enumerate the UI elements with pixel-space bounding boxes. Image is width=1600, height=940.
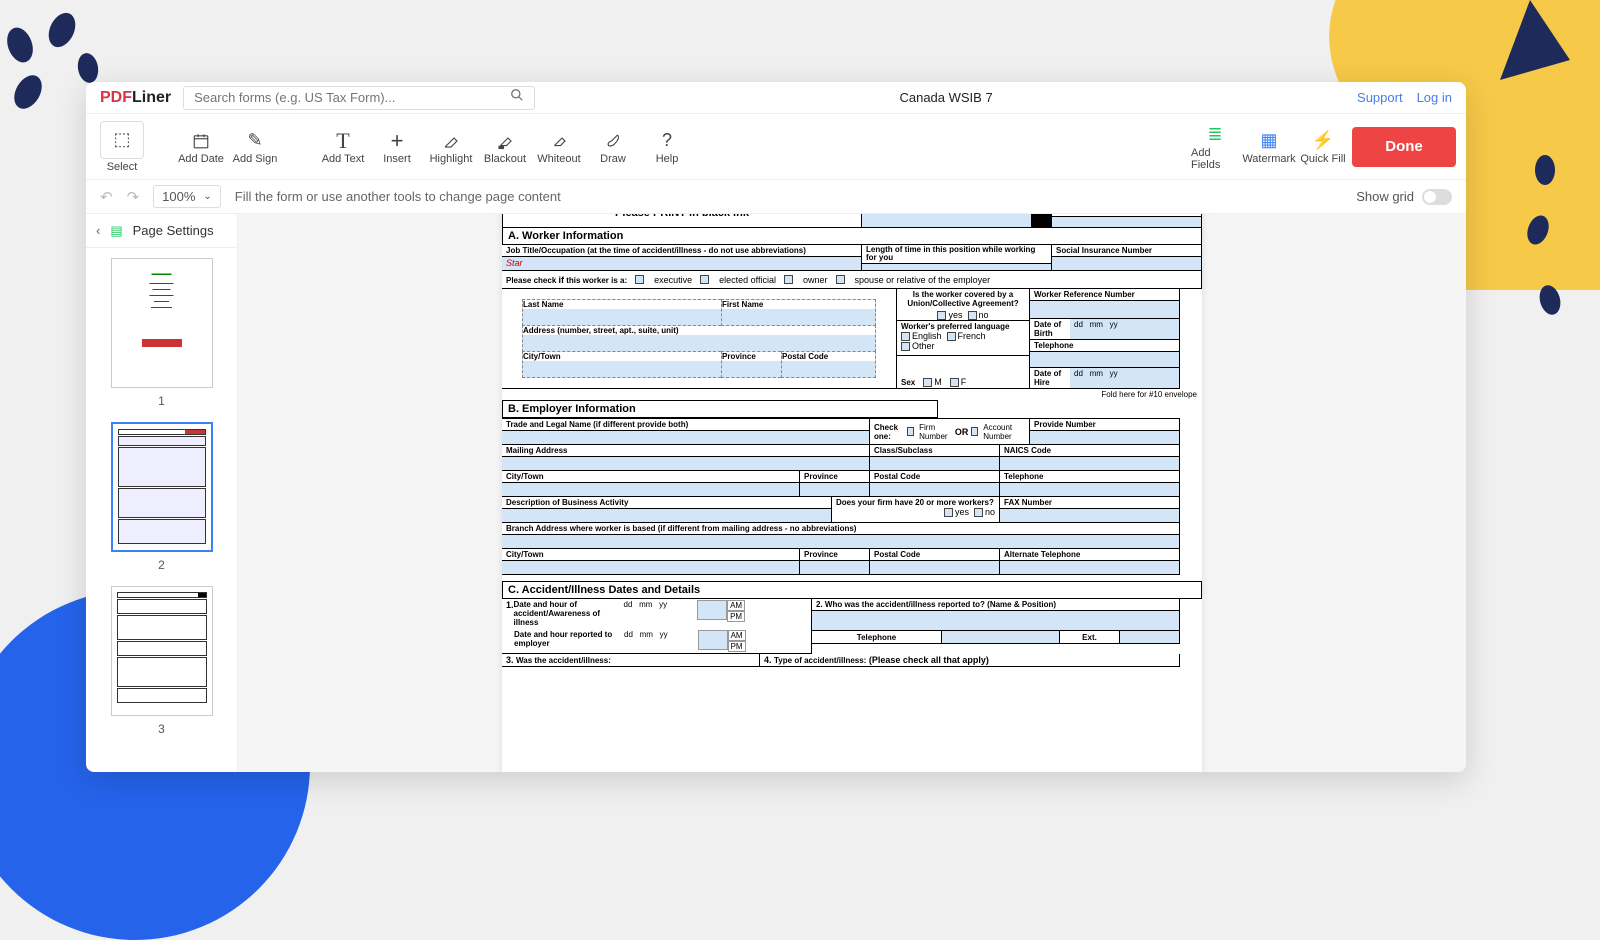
sidebar-back-button[interactable]: ‹ [96, 223, 100, 238]
section-a-title: A. Worker Information [502, 228, 1202, 245]
logo-prefix: PDF [100, 89, 132, 107]
blackout-button[interactable]: Blackout [480, 120, 530, 174]
add-date-button[interactable]: Add Date [176, 120, 226, 174]
help-button[interactable]: ?Help [642, 120, 692, 174]
toolbar: ⬚ Select Add Date ✎Add Sign TAdd Text +I… [86, 114, 1466, 180]
province-input[interactable] [722, 361, 781, 377]
worker-details-box: Last Name First Name Address (number, st… [502, 289, 897, 389]
page-thumb-3[interactable]: 3 [111, 586, 213, 736]
document-viewer[interactable]: Please PRINT in black ink Claim Number A… [238, 214, 1466, 772]
thumb-number: 2 [158, 558, 165, 572]
select-icon: ⬚ [113, 128, 130, 152]
brush-icon [604, 129, 622, 153]
worker-check-row: Please check if this worker is a: execut… [502, 271, 1202, 289]
thumb-number: 1 [158, 394, 165, 408]
thumb-number: 3 [158, 722, 165, 736]
select-label: Select [107, 161, 138, 173]
thumb-preview [111, 422, 213, 552]
thumbnail-list: ▬▬▬▬ ▬▬▬▬▬▬▬▬▬▬▬▬▬▬▬▬▬▬▬▬▬▬▬▬▬▬▬▬▬▬▬▬▬▬ … [86, 248, 237, 772]
union-yes[interactable] [937, 311, 946, 320]
last-name-input[interactable] [523, 309, 721, 325]
help-icon: ? [662, 129, 672, 153]
job-title-label: Job Title/Occupation (at the time of acc… [502, 245, 862, 257]
section-c-title: C. Accident/Illness Dates and Details [502, 581, 1202, 599]
postal-input[interactable] [782, 361, 875, 377]
select-tool[interactable]: ⬚ [100, 121, 144, 159]
grid-toggle-wrap: Show grid [1356, 189, 1452, 205]
union-no[interactable] [968, 311, 977, 320]
draw-button[interactable]: Draw [588, 120, 638, 174]
length-time-label: Length of time in this position while wo… [862, 245, 1052, 264]
add-fields-button[interactable]: ≣Add Fields [1190, 120, 1240, 174]
zoom-select[interactable]: 100% ⌄ [153, 185, 221, 208]
insert-button[interactable]: +Insert [372, 120, 422, 174]
grid-label: Show grid [1356, 189, 1414, 204]
sidebar-header: ‹ ▤ Page Settings [86, 214, 237, 248]
whiteout-icon [550, 129, 568, 153]
first-name-input[interactable] [722, 309, 875, 325]
text-icon: T [336, 129, 349, 153]
thumb-preview: ▬▬▬▬ ▬▬▬▬▬▬▬▬▬▬▬▬▬▬▬▬▬▬▬▬▬▬▬▬▬▬▬▬▬▬▬▬▬▬ [111, 258, 213, 388]
executive-checkbox[interactable] [635, 275, 644, 284]
quick-fill-button[interactable]: ⚡Quick Fill [1298, 120, 1348, 174]
login-link[interactable]: Log in [1417, 90, 1452, 105]
hint-text: Fill the form or use another tools to ch… [235, 189, 561, 204]
app-window: PDFLiner Canada WSIB 7 Support Log in ⬚ … [86, 82, 1466, 772]
watermark-button[interactable]: ▦Watermark [1244, 120, 1294, 174]
fields-icon: ≣ [1207, 123, 1222, 147]
sub-toolbar: ↶ ↷ 100% ⌄ Fill the form or use another … [86, 180, 1466, 214]
auth-links: Support Log in [1357, 90, 1452, 105]
doc-title: Canada WSIB 7 [889, 87, 1002, 108]
address-input[interactable] [523, 335, 875, 351]
form-page: Please PRINT in black ink Claim Number A… [502, 214, 1202, 772]
deco-dots-right [1520, 150, 1570, 350]
spouse-checkbox[interactable] [836, 275, 845, 284]
page-thumb-1[interactable]: ▬▬▬▬ ▬▬▬▬▬▬▬▬▬▬▬▬▬▬▬▬▬▬▬▬▬▬▬▬▬▬▬▬▬▬▬▬▬▬ … [111, 258, 213, 408]
page-thumb-2[interactable]: 2 [111, 422, 213, 572]
highlight-button[interactable]: Highlight [426, 120, 476, 174]
grid-toggle[interactable] [1422, 189, 1452, 205]
page-settings-label: Page Settings [133, 223, 214, 238]
sin-label: Social Insurance Number [1052, 245, 1202, 257]
calendar-icon [192, 129, 210, 153]
chevron-down-icon: ⌄ [203, 191, 211, 202]
watermark-icon: ▦ [1260, 129, 1277, 153]
print-header: Please PRINT in black ink [502, 214, 862, 228]
search-icon[interactable] [510, 88, 524, 107]
logo-suffix: Liner [132, 89, 171, 107]
add-sign-button[interactable]: ✎Add Sign [230, 120, 280, 174]
blackout-icon [496, 129, 514, 153]
add-text-button[interactable]: TAdd Text [318, 120, 368, 174]
elected-checkbox[interactable] [700, 275, 709, 284]
owner-checkbox[interactable] [784, 275, 793, 284]
fold-note: Fold here for #10 envelope [502, 389, 1202, 400]
page-settings-icon: ▤ [110, 223, 122, 239]
zoom-value: 100% [162, 189, 195, 204]
logo: PDFLiner [100, 89, 171, 107]
city-input[interactable] [523, 361, 721, 377]
pen-icon: ✎ [247, 129, 262, 153]
thumb-preview [111, 586, 213, 716]
done-button[interactable]: Done [1352, 127, 1456, 167]
search-input[interactable] [194, 90, 510, 105]
search-box[interactable] [183, 86, 535, 110]
plus-icon: + [391, 129, 404, 153]
highlighter-icon [442, 129, 460, 153]
support-link[interactable]: Support [1357, 90, 1403, 105]
redo-button[interactable]: ↷ [127, 188, 140, 206]
undo-button[interactable]: ↶ [100, 188, 113, 206]
top-bar: PDFLiner Canada WSIB 7 Support Log in [86, 82, 1466, 114]
section-b-title: B. Employer Information [502, 400, 938, 418]
whiteout-button[interactable]: Whiteout [534, 120, 584, 174]
lightning-icon: ⚡ [1312, 129, 1334, 153]
page-sidebar: ‹ ▤ Page Settings ▬▬▬▬ ▬▬▬▬▬▬▬▬▬▬▬▬▬▬▬▬▬… [86, 214, 238, 772]
